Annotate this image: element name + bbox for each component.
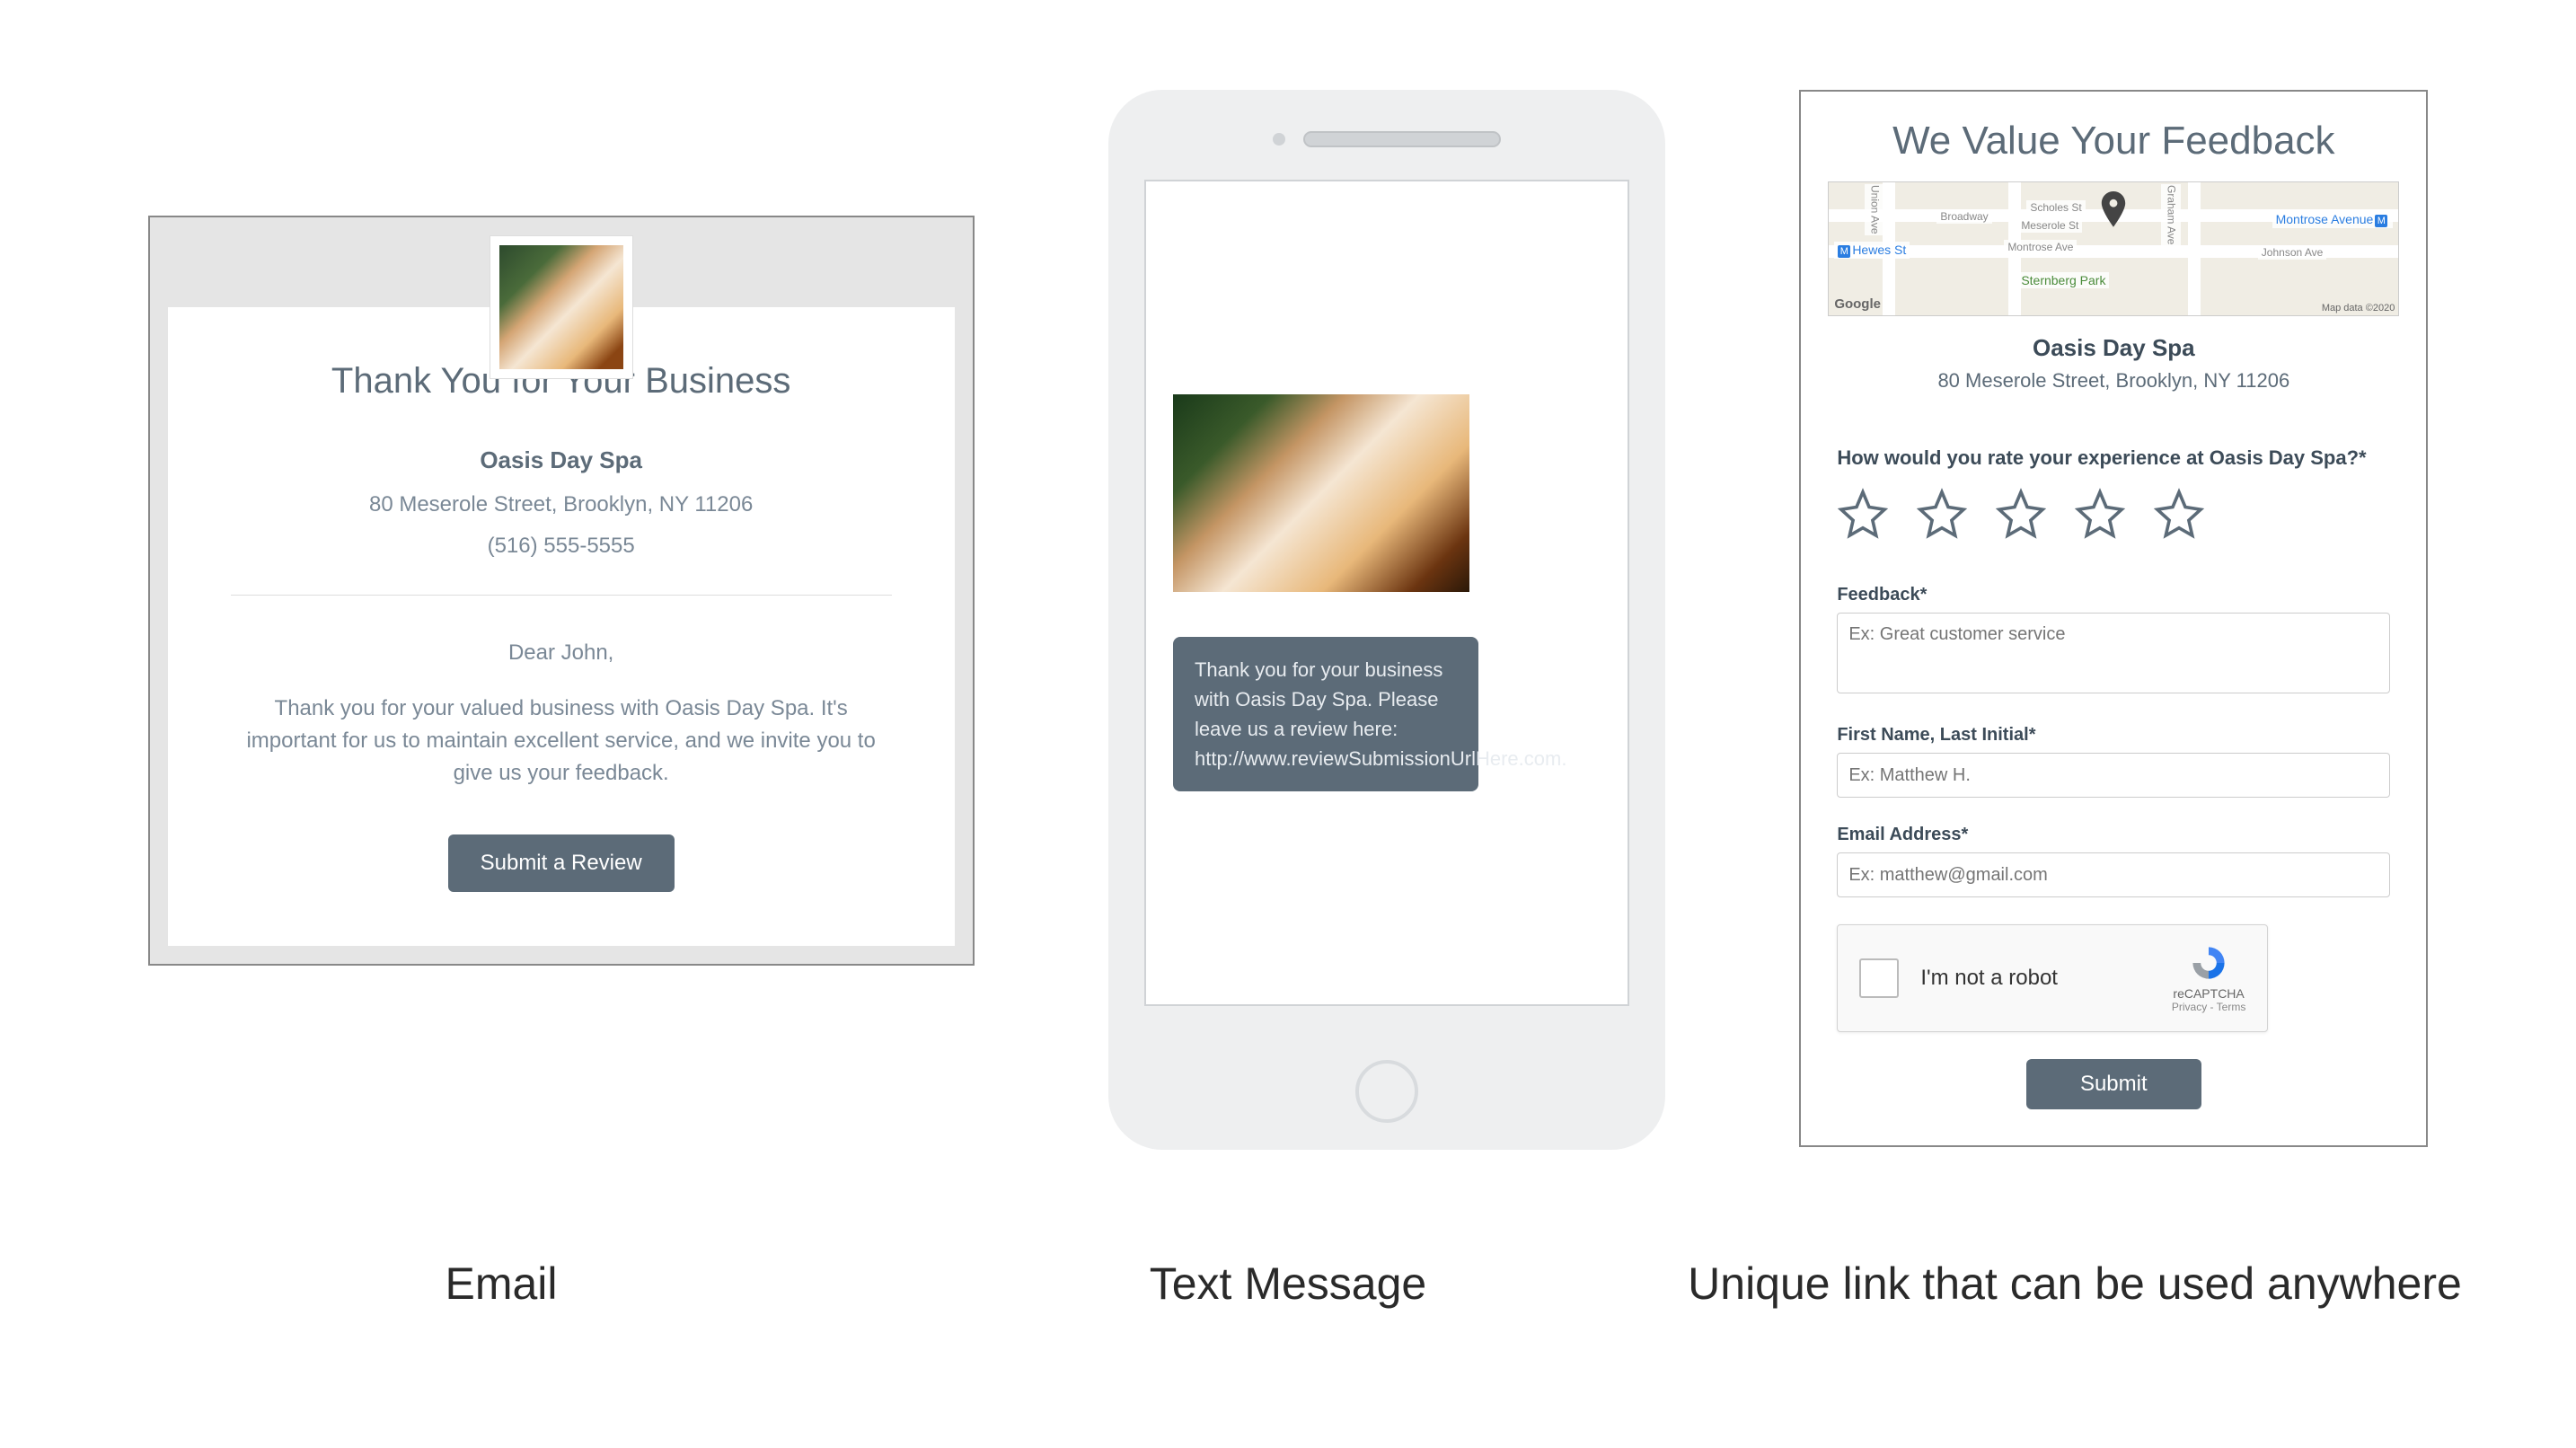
speaker-dot: [1273, 133, 1285, 146]
map-attribution: Map data ©2020: [2322, 303, 2395, 313]
star-4[interactable]: [2074, 488, 2126, 540]
email-input[interactable]: [1837, 852, 2390, 897]
map-label-hewes: MHewes St: [1834, 242, 1910, 259]
submit-button[interactable]: Submit: [2026, 1059, 2201, 1109]
feedback-input[interactable]: [1837, 613, 2390, 693]
speaker-bar: [1303, 131, 1501, 147]
form-business-name: Oasis Day Spa: [1801, 334, 2426, 362]
caption-link: Unique link that can be used anywhere: [1685, 1258, 2464, 1310]
map-label-broadway: Broadway: [1936, 209, 1991, 224]
map[interactable]: Union Ave MHewes St Broadway Scholes St …: [1828, 181, 2399, 316]
email-message: Thank you for your valued business with …: [231, 693, 892, 790]
google-logo: Google: [1834, 296, 1881, 312]
submit-review-button[interactable]: Submit a Review: [448, 834, 675, 892]
feedback-form: We Value Your Feedback Union Ave MHewes …: [1799, 90, 2428, 1147]
email-label: Email Address*: [1837, 825, 2390, 845]
email-panel: Thank You for Your Business Oasis Day Sp…: [148, 90, 975, 966]
rating-question: How would you rate your experience at Oa…: [1837, 446, 2390, 470]
email-frame: Thank You for Your Business Oasis Day Sp…: [148, 216, 975, 966]
map-label-montrose-ave: Montrose Ave: [2004, 240, 2077, 254]
phone-speaker: [1144, 126, 1629, 153]
home-button-icon: [1355, 1060, 1418, 1123]
name-label: First Name, Last Initial*: [1837, 725, 2390, 746]
star-rating: [1837, 488, 2390, 540]
map-label-montrose-avenue: Montrose AvenueM: [2272, 211, 2394, 228]
phone-screen: Thank you for your business with Oasis D…: [1144, 180, 1629, 1006]
email-phone: (516) 555-5555: [231, 534, 892, 559]
feedback-label: Feedback*: [1837, 585, 2390, 605]
map-label-graham: Graham Ave: [2161, 184, 2181, 245]
recaptcha-checkbox[interactable]: [1859, 958, 1899, 998]
map-pin-icon: [2097, 191, 2130, 235]
email-address: 80 Meserole Street, Brooklyn, NY 11206: [231, 492, 892, 517]
recaptcha-icon: [2189, 943, 2228, 983]
text-message-panel: Thank you for your business with Oasis D…: [1108, 90, 1665, 1150]
map-label-meserole: Meserole St: [2017, 218, 2082, 233]
map-label-union: Union Ave: [1865, 184, 1884, 235]
name-input[interactable]: [1837, 753, 2390, 798]
sms-bubble: Thank you for your business with Oasis D…: [1173, 637, 1478, 791]
star-3[interactable]: [1995, 488, 2047, 540]
feedback-form-panel: We Value Your Feedback Union Ave MHewes …: [1799, 90, 2428, 1147]
sms-image: [1173, 394, 1469, 592]
map-label-scholes: Scholes St: [2026, 200, 2085, 215]
form-title: We Value Your Feedback: [1801, 92, 2426, 181]
star-1[interactable]: [1837, 488, 1889, 540]
recaptcha-logo: reCAPTCHA Privacy - Terms: [2172, 943, 2245, 1013]
email-divider: [231, 595, 892, 596]
caption-email: Email: [111, 1258, 890, 1310]
form-address: 80 Meserole Street, Brooklyn, NY 11206: [1801, 369, 2426, 393]
star-5[interactable]: [2153, 488, 2205, 540]
phone-frame: Thank you for your business with Oasis D…: [1108, 90, 1665, 1150]
email-header-image: [490, 235, 633, 379]
recaptcha: I'm not a robot reCAPTCHA Privacy - Term…: [1837, 924, 2268, 1032]
star-2[interactable]: [1916, 488, 1968, 540]
caption-text: Text Message: [898, 1258, 1677, 1310]
map-label-sternberg: Sternberg Park: [2017, 272, 2109, 288]
email-business-name: Oasis Day Spa: [231, 446, 892, 474]
spa-image: [499, 245, 623, 369]
email-body-card: Thank You for Your Business Oasis Day Sp…: [168, 307, 955, 946]
map-label-johnson: Johnson Ave: [2258, 245, 2327, 260]
email-greeting: Dear John,: [231, 640, 892, 666]
captions-row: Email Text Message Unique link that can …: [0, 1186, 2576, 1310]
recaptcha-text: I'm not a robot: [1920, 966, 2150, 991]
